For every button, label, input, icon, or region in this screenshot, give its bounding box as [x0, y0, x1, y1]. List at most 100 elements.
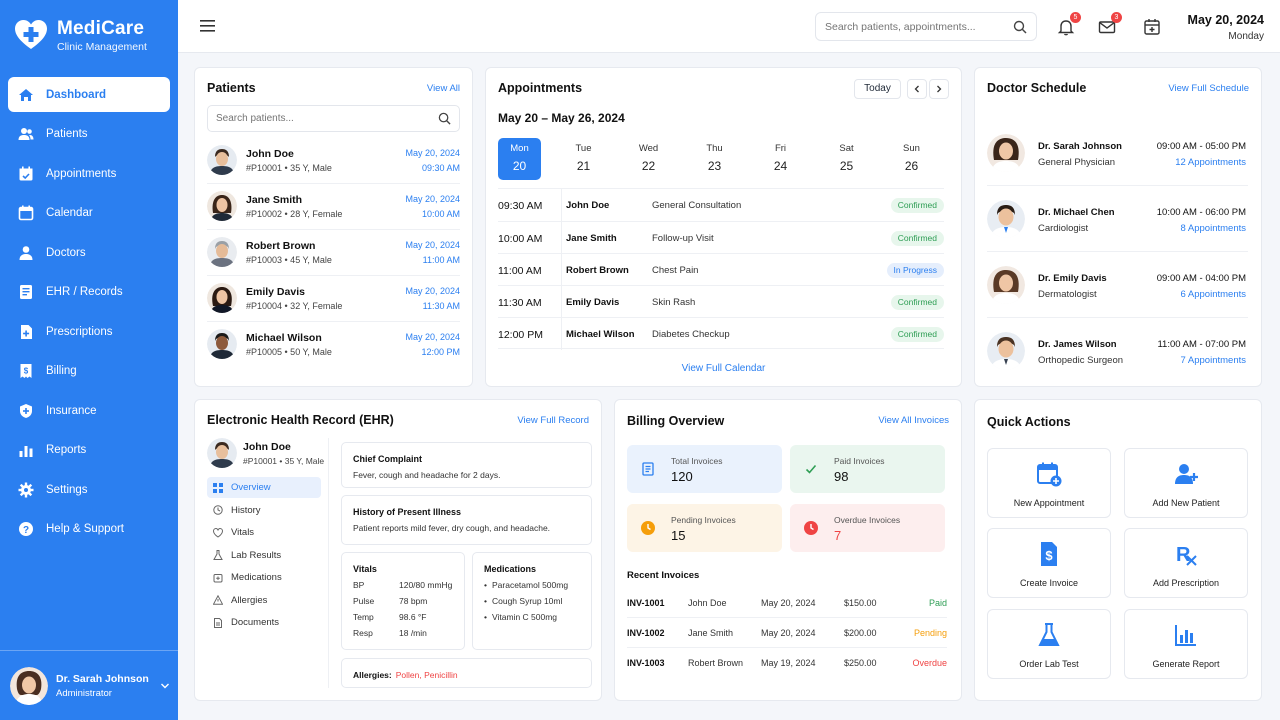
- prev-week-button[interactable]: [907, 79, 927, 99]
- patient-row[interactable]: Emily Davis #P10004 • 32 Y, Female May 2…: [207, 276, 460, 322]
- appointment-row[interactable]: 11:00 AM Robert Brown Chest Pain In Prog…: [498, 253, 944, 286]
- ehr-tab-overview[interactable]: Overview: [207, 477, 321, 498]
- doctor-hours: 09:00 AM - 04:00 PM: [1156, 273, 1246, 284]
- card-title: Appointments: [498, 81, 583, 95]
- ehr-tab-documents[interactable]: Documents: [207, 612, 321, 633]
- quick-action-label: Create Invoice: [1019, 578, 1079, 588]
- status-badge: Confirmed: [890, 295, 944, 310]
- add-new-patient-button[interactable]: Add New Patient: [1124, 448, 1248, 518]
- day-name: Tue: [575, 143, 592, 154]
- stat-paid-invoices[interactable]: Paid Invoices 98: [790, 445, 945, 493]
- view-full-schedule-link[interactable]: View Full Schedule: [1168, 83, 1249, 94]
- appointment-row[interactable]: 12:00 PM Michael Wilson Diabetes Checkup…: [498, 317, 944, 350]
- current-user[interactable]: Dr. Sarah Johnson Administrator: [0, 650, 178, 720]
- stat-pending-invoices[interactable]: Pending Invoices 15: [627, 504, 782, 552]
- sidebar-item-prescriptions[interactable]: Prescriptions: [8, 314, 170, 349]
- day-tue[interactable]: Tue 21: [562, 138, 605, 180]
- logo[interactable]: MediCare Clinic Management: [14, 18, 174, 58]
- view-all-invoices-link[interactable]: View All Invoices: [878, 415, 949, 426]
- invoice-patient: Robert Brown: [688, 658, 744, 668]
- doctor-appointments[interactable]: 12 Appointments: [1175, 157, 1246, 168]
- sidebar-item-calendar[interactable]: Calendar: [8, 196, 170, 231]
- day-sat[interactable]: Sat 25: [825, 138, 868, 180]
- day-mon[interactable]: Mon 20: [498, 138, 541, 180]
- order-lab-test-button[interactable]: Order Lab Test: [987, 609, 1111, 679]
- stat-overdue-invoices[interactable]: Overdue Invoices 7: [790, 504, 945, 552]
- sidebar-item-dashboard[interactable]: Dashboard: [8, 77, 170, 112]
- appointment-row[interactable]: 09:30 AM John Doe General Consultation C…: [498, 188, 944, 221]
- stat-total-invoices[interactable]: Total Invoices 120: [627, 445, 782, 493]
- create-invoice-button[interactable]: $ Create Invoice: [987, 528, 1111, 598]
- patient-row[interactable]: Robert Brown #P10003 • 45 Y, Male May 20…: [207, 230, 460, 276]
- day-fri[interactable]: Fri 24: [759, 138, 802, 180]
- status-badge: In Progress: [886, 263, 944, 278]
- help-icon: ?: [18, 521, 34, 537]
- view-all-patients-link[interactable]: View All: [427, 83, 460, 94]
- invoice-row[interactable]: INV-1002 Jane Smith May 20, 2024 $200.00…: [627, 618, 947, 648]
- doctor-appointments[interactable]: 7 Appointments: [1181, 355, 1247, 366]
- chief-complaint-title: Chief Complaint: [353, 454, 422, 464]
- new-appointment-button[interactable]: New Appointment: [987, 448, 1111, 518]
- invoice-row[interactable]: INV-1001 John Doe May 20, 2024 $150.00 P…: [627, 588, 947, 618]
- appointment-row[interactable]: 11:30 AM Emily Davis Skin Rash Confirmed: [498, 285, 944, 318]
- appointment-row[interactable]: 10:00 AM Jane Smith Follow-up Visit Conf…: [498, 221, 944, 254]
- sidebar-item-billing[interactable]: $ Billing: [8, 354, 170, 389]
- sidebar-item-doctors[interactable]: Doctors: [8, 235, 170, 270]
- menu-icon[interactable]: [200, 19, 216, 33]
- patient-search-input[interactable]: [216, 113, 416, 124]
- heart-icon: [213, 527, 223, 538]
- calendar-add-button[interactable]: [1143, 18, 1161, 36]
- doctor-row[interactable]: Dr. James Wilson Orthopedic Surgeon 11:0…: [987, 318, 1248, 384]
- day-thu[interactable]: Thu 23: [693, 138, 736, 180]
- search-icon[interactable]: [1013, 20, 1027, 34]
- invoice-amount: $150.00: [844, 598, 877, 608]
- search-icon[interactable]: [438, 112, 451, 125]
- stat-label: Pending Invoices: [671, 515, 736, 525]
- doctor-row[interactable]: Dr. Michael Chen Cardiologist 10:00 AM -…: [987, 186, 1248, 252]
- vital-label: Resp: [353, 628, 373, 638]
- messages-button[interactable]: 3: [1098, 12, 1122, 36]
- ehr-tab-vitals[interactable]: Vitals: [207, 522, 321, 543]
- sidebar-item-reports[interactable]: Reports: [8, 433, 170, 468]
- patient-row[interactable]: John Doe #P10001 • 35 Y, Male May 20, 20…: [207, 138, 460, 184]
- invoice-row[interactable]: INV-1003 Robert Brown May 19, 2024 $250.…: [627, 648, 947, 678]
- search-input[interactable]: [825, 21, 1005, 33]
- patient-row[interactable]: Jane Smith #P10002 • 28 Y, Female May 20…: [207, 184, 460, 230]
- view-full-record-link[interactable]: View Full Record: [517, 415, 589, 426]
- billing-card: Billing Overview View All Invoices Total…: [614, 399, 962, 701]
- sidebar-item-ehr-records[interactable]: EHR / Records: [8, 275, 170, 310]
- notifications-button[interactable]: 5: [1057, 12, 1081, 36]
- doctor-appointments[interactable]: 8 Appointments: [1181, 223, 1247, 234]
- generate-report-button[interactable]: Generate Report: [1124, 609, 1248, 679]
- clock-icon: [213, 505, 223, 515]
- ehr-tab-medications[interactable]: Medications: [207, 567, 321, 588]
- today-button[interactable]: Today: [854, 79, 901, 99]
- ehr-tab-allergies[interactable]: Allergies: [207, 590, 321, 611]
- patient-name: Robert Brown: [246, 240, 316, 252]
- sidebar-item-patients[interactable]: Patients: [8, 117, 170, 152]
- sidebar-item-appointments[interactable]: Appointments: [8, 156, 170, 191]
- ehr-tab-lab-results[interactable]: Lab Results: [207, 545, 321, 566]
- invoice-status: Overdue: [912, 658, 947, 668]
- sidebar-item-help-support[interactable]: ? Help & Support: [8, 512, 170, 547]
- sidebar-item-settings[interactable]: Settings: [8, 472, 170, 507]
- view-full-calendar-link[interactable]: View Full Calendar: [486, 363, 961, 374]
- sidebar-item-insurance[interactable]: Insurance: [8, 393, 170, 428]
- ehr-tab-history[interactable]: History: [207, 500, 321, 521]
- day-name: Mon: [510, 143, 529, 154]
- sidebar: MediCare Clinic Management Dashboard Pat…: [0, 0, 178, 720]
- doctor-row[interactable]: Dr. Sarah Johnson General Physician 09:0…: [987, 120, 1248, 186]
- doctor-appointments[interactable]: 6 Appointments: [1181, 289, 1247, 300]
- ehr-card: Electronic Health Record (EHR) View Full…: [194, 399, 602, 701]
- day-sun[interactable]: Sun 26: [890, 138, 933, 180]
- allergies-label: Allergies:: [353, 670, 392, 680]
- prescription-icon: [18, 324, 34, 340]
- next-week-button[interactable]: [929, 79, 949, 99]
- chevron-down-icon[interactable]: [160, 681, 170, 691]
- day-number: 21: [576, 159, 591, 173]
- patient-row[interactable]: Michael Wilson #P10005 • 50 Y, Male May …: [207, 322, 460, 368]
- doctor-row[interactable]: Dr. Emily Davis Dermatologist 09:00 AM -…: [987, 252, 1248, 318]
- add-prescription-button[interactable]: R Add Prescription: [1124, 528, 1248, 598]
- shield-icon: [18, 403, 34, 419]
- day-wed[interactable]: Wed 22: [627, 138, 670, 180]
